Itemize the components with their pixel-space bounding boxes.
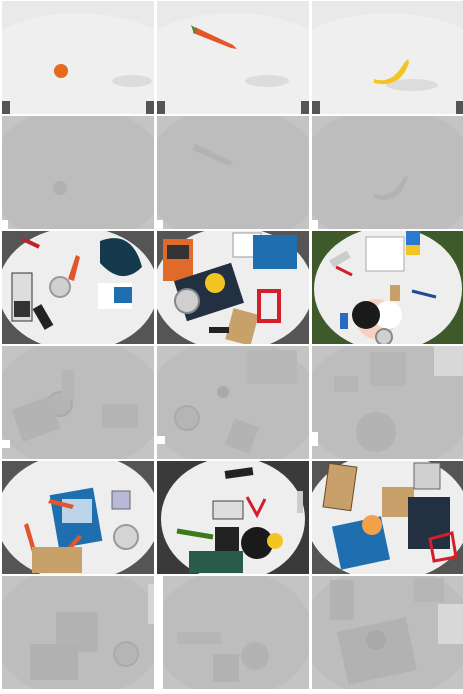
photo-orange <box>2 1 154 114</box>
depth-clutter-c <box>312 346 463 459</box>
depth-clutter-f-scene <box>312 576 463 689</box>
depth-clutter-a-scene <box>2 346 154 459</box>
clutter-f-scene <box>312 461 463 574</box>
photo-carrot <box>157 1 309 114</box>
depth-carrot-scene <box>157 116 309 229</box>
carrot-scene <box>157 1 309 114</box>
clutter-a-scene <box>2 231 154 344</box>
clutter-c-scene <box>312 231 463 344</box>
depth-clutter-a <box>2 346 154 459</box>
depth-clutter-e <box>157 576 309 689</box>
banana-scene <box>312 1 463 114</box>
depth-carrot <box>157 116 309 229</box>
depth-clutter-b-scene <box>157 346 309 459</box>
image-grid <box>0 0 463 694</box>
depth-banana-scene <box>312 116 463 229</box>
depth-clutter-f <box>312 576 463 689</box>
orange-scene <box>2 1 154 114</box>
depth-clutter-c-scene <box>312 346 463 459</box>
depth-clutter-d-scene <box>2 576 154 689</box>
depth-banana <box>312 116 463 229</box>
photo-clutter-a <box>2 231 154 344</box>
photo-clutter-f <box>312 461 463 574</box>
photo-banana <box>312 1 463 114</box>
orange-object <box>54 64 68 78</box>
photo-clutter-d <box>2 461 154 574</box>
depth-orange-scene <box>2 116 154 229</box>
clutter-e-scene <box>157 461 309 574</box>
clutter-b-scene <box>157 231 309 344</box>
photo-clutter-b <box>157 231 309 344</box>
clutter-d-scene <box>2 461 154 574</box>
depth-clutter-d <box>2 576 154 689</box>
depth-orange <box>2 116 154 229</box>
photo-clutter-e <box>157 461 309 574</box>
depth-clutter-e-scene <box>157 576 309 689</box>
depth-clutter-b <box>157 346 309 459</box>
photo-clutter-c <box>312 231 463 344</box>
